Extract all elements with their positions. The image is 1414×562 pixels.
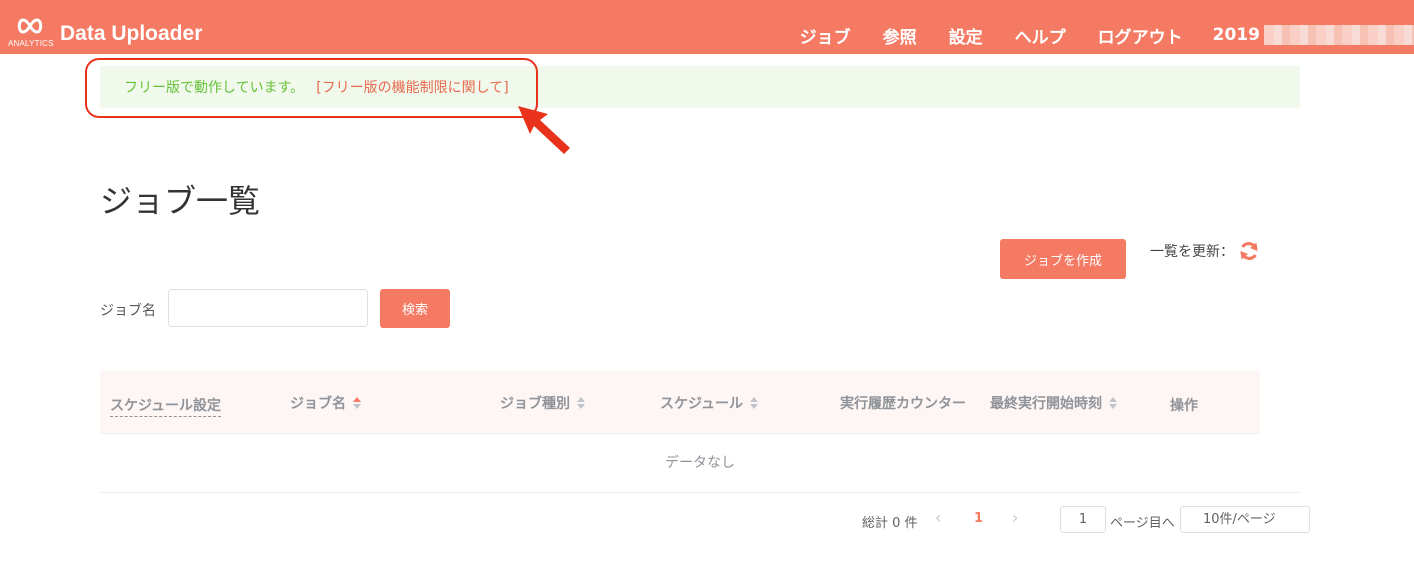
logo-subtitle: ANALYTICS (8, 39, 54, 48)
job-name-label: ジョブ名 (100, 303, 156, 319)
column-job-name[interactable]: ジョブ名 (290, 393, 362, 413)
column-label: ジョブ名 (290, 396, 346, 412)
column-label: 最終実行開始時刻 (990, 396, 1102, 412)
column-schedule-setting[interactable]: スケジュール設定 (110, 395, 222, 417)
search-button[interactable]: 検索 (380, 289, 450, 328)
redacted-user-id (1264, 25, 1414, 45)
nav-user[interactable]: 2019 (1213, 25, 1414, 45)
annotation-arrow-icon (518, 106, 570, 154)
column-label: 操作 (1170, 398, 1198, 414)
create-job-button[interactable]: ジョブを作成 (1000, 239, 1126, 279)
refresh-list: 一覧を更新： (1150, 240, 1260, 262)
column-job-type[interactable]: ジョブ種別 (500, 393, 586, 413)
nav-jobs[interactable]: ジョブ (800, 23, 851, 48)
table-header: スケジュール設定 ジョブ名 ジョブ種別 スケジュール 実行履歴カウンター 最終実… (100, 371, 1260, 434)
sort-icon[interactable] (576, 396, 586, 410)
sort-icon[interactable] (1108, 396, 1118, 410)
column-schedule[interactable]: スケジュール (660, 393, 759, 413)
column-label: スケジュール設定 (110, 398, 222, 414)
infinity-logo-icon (17, 18, 43, 34)
top-bar: ANALYTICS Data Uploader ジョブ 参照 設定 ヘルプ ログ… (0, 0, 1414, 54)
annotation-highlight-ring (85, 58, 538, 118)
user-id: 2019 (1212, 25, 1260, 45)
nav-logout[interactable]: ログアウト (1098, 23, 1183, 48)
column-actions: 操作 (1170, 395, 1198, 415)
column-run-counter: 実行履歴カウンター (840, 393, 966, 413)
main-nav: ジョブ 参照 設定 ヘルプ ログアウト 2019 (768, 22, 1414, 48)
app-title[interactable]: Data Uploader (60, 22, 202, 46)
job-name-search-input[interactable] (168, 289, 368, 327)
refresh-label: 一覧を更新： (1150, 244, 1234, 260)
pagination-total: 総計 0 件 (862, 516, 918, 531)
column-last-run-start[interactable]: 最終実行開始時刻 (990, 393, 1118, 413)
page-jump-input[interactable]: 1 (1060, 506, 1106, 533)
table-empty-state: データなし (100, 434, 1300, 493)
page-jump-label: ページ目へ (1110, 516, 1175, 531)
column-label: ジョブ種別 (500, 396, 570, 412)
nav-help[interactable]: ヘルプ (1015, 23, 1066, 48)
prev-page-icon[interactable]: ‹ (935, 508, 941, 536)
next-page-icon[interactable]: › (1012, 508, 1018, 536)
page-title: ジョブ一覧 (100, 182, 261, 220)
page-number-current[interactable]: 1 (974, 511, 983, 539)
sort-ascending-icon[interactable] (352, 396, 362, 410)
column-label: スケジュール (660, 396, 744, 412)
page-size-select[interactable]: 10件/ページ (1180, 506, 1310, 533)
nav-browse[interactable]: 参照 (883, 23, 917, 48)
sort-icon[interactable] (749, 396, 759, 410)
column-label: 実行履歴カウンター (840, 396, 966, 412)
refresh-icon[interactable] (1238, 240, 1260, 262)
nav-settings[interactable]: 設定 (949, 23, 983, 48)
logo[interactable]: ANALYTICS (8, 18, 54, 48)
